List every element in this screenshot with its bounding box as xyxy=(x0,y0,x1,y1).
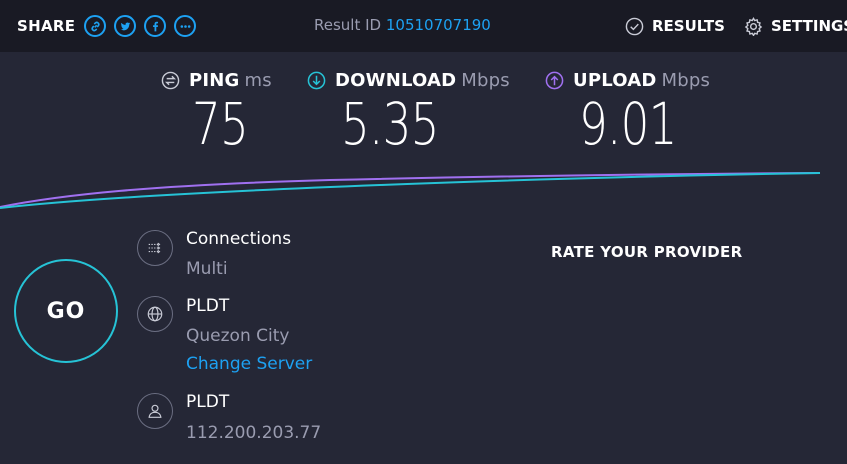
download-value: 5.35 xyxy=(341,90,439,158)
ping-value: 75 xyxy=(192,90,249,158)
change-server-link[interactable]: Change Server xyxy=(186,354,312,374)
result-id: Result ID 10510707190 xyxy=(314,16,491,34)
result-id-link[interactable]: 10510707190 xyxy=(386,16,491,34)
connections-icon xyxy=(137,230,173,266)
ping-label: PING xyxy=(189,70,240,91)
share-more-button[interactable] xyxy=(174,15,197,37)
gear-icon xyxy=(744,16,763,36)
server-provider: PLDT xyxy=(186,296,230,316)
server-location: Quezon City xyxy=(186,326,290,346)
facebook-icon xyxy=(152,21,158,31)
settings-label: SETTINGS xyxy=(771,17,847,35)
top-bar: SHARE Result ID 10510707190 RESULTS SETT… xyxy=(0,0,847,52)
upload-header: UPLOAD Mbps xyxy=(545,70,710,91)
upload-unit: Mbps xyxy=(661,70,711,91)
server-icon xyxy=(137,296,173,332)
go-button[interactable]: GO xyxy=(14,259,118,363)
ping-icon xyxy=(161,71,180,90)
ping-header: PING ms xyxy=(161,70,272,91)
upload-metric: UPLOAD Mbps 9.01 xyxy=(545,70,710,153)
client-ip: 112.200.203.77 xyxy=(186,423,322,443)
ping-metric: PING ms 75 xyxy=(161,70,272,153)
download-unit: Mbps xyxy=(461,70,510,91)
share-link-button[interactable] xyxy=(84,15,107,37)
download-label: DOWNLOAD xyxy=(335,70,457,91)
share-twitter-button[interactable] xyxy=(114,15,137,37)
upload-arrow-icon xyxy=(545,71,564,90)
speed-graph xyxy=(0,172,821,209)
client-icon xyxy=(137,393,173,429)
share-label: SHARE xyxy=(17,17,76,35)
results-nav-button[interactable]: RESULTS xyxy=(625,0,725,52)
twitter-icon xyxy=(120,22,131,30)
connections-title: Connections xyxy=(186,229,292,249)
multi-arrows-icon xyxy=(148,242,161,254)
settings-nav-button[interactable]: SETTINGS xyxy=(744,0,847,52)
connections-value[interactable]: Multi xyxy=(186,259,228,279)
client-provider: PLDT xyxy=(186,392,230,412)
ping-unit: ms xyxy=(244,70,272,91)
download-arrow-icon xyxy=(307,71,326,90)
download-metric: DOWNLOAD Mbps 5.35 xyxy=(307,70,510,153)
upload-value: 9.01 xyxy=(579,90,677,158)
share-section: SHARE xyxy=(17,0,204,52)
globe-icon xyxy=(147,306,163,322)
results-label: RESULTS xyxy=(652,17,725,35)
upload-graph-line xyxy=(0,172,821,208)
user-icon xyxy=(148,404,162,418)
result-id-label: Result ID xyxy=(314,16,382,34)
download-header: DOWNLOAD Mbps xyxy=(307,70,510,91)
rate-provider-heading: RATE YOUR PROVIDER xyxy=(551,243,743,261)
more-icon xyxy=(180,24,191,28)
share-facebook-button[interactable] xyxy=(144,15,167,37)
go-label: GO xyxy=(46,298,86,324)
check-circle-icon xyxy=(625,17,644,35)
upload-label: UPLOAD xyxy=(573,70,657,91)
link-icon xyxy=(91,21,100,31)
